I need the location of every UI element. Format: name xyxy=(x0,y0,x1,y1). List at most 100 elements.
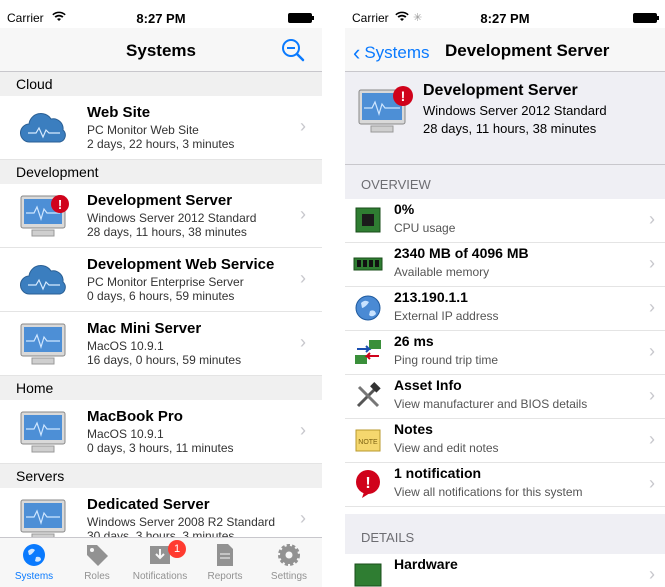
tab-settings[interactable]: Settings xyxy=(259,542,319,582)
systems-screen: Carrier 8:27 PM Systems Cloud Web Site PC … xyxy=(0,0,322,587)
tab-reports[interactable]: Reports xyxy=(195,542,255,582)
overview-row[interactable]: 213.190.1.1 External IP address › xyxy=(345,287,665,331)
monitor-icon xyxy=(18,322,70,366)
system-os: PC Monitor Web Site xyxy=(87,123,199,137)
system-summary: ! Development Server Windows Server 2012… xyxy=(345,72,665,165)
overview-value: 2340 MB of 4096 MB xyxy=(394,245,529,261)
overview-row[interactable]: 26 ms Ping round trip time › xyxy=(345,331,665,375)
overview-row[interactable]: NOTE Notes View and edit notes › xyxy=(345,419,665,463)
svg-text:!: ! xyxy=(365,475,370,492)
tab-label: Notifications xyxy=(132,571,188,582)
globe-icon xyxy=(21,542,47,568)
systems-list: Cloud Web Site PC Monitor Web Site 2 days, … xyxy=(0,72,322,552)
gear-icon xyxy=(276,542,302,568)
tab-label: Systems xyxy=(14,571,54,582)
zoom-out-button[interactable] xyxy=(280,37,306,63)
nav-bar: Systems xyxy=(0,28,322,72)
tab-label: Reports xyxy=(207,571,243,582)
chevron-right-icon: › xyxy=(300,508,306,528)
svg-text:!: ! xyxy=(401,88,406,104)
section-header: Home xyxy=(0,376,322,400)
page-title: Systems xyxy=(126,41,196,60)
system-row[interactable]: Development Web Service PC Monitor Enterp… xyxy=(0,248,322,312)
tab-systems[interactable]: Systems xyxy=(4,542,64,582)
status-time: 8:27 PM xyxy=(136,11,186,26)
system-os: Windows Server 2012 Standard xyxy=(423,103,607,118)
system-uptime: 2 days, 22 hours, 3 minutes xyxy=(87,137,235,151)
system-row[interactable]: MacBook Pro MacOS 10.9.1 0 days, 3 hours, … xyxy=(0,400,322,464)
back-label: Systems xyxy=(364,43,430,62)
overview-value: Asset Info xyxy=(394,377,462,393)
svg-text:!: ! xyxy=(58,197,62,212)
chevron-right-icon: › xyxy=(649,341,655,361)
system-uptime: 28 days, 11 hours, 38 minutes xyxy=(423,121,597,136)
system-detail-screen: Carrier ✳ 8:27 PM ‹ Systems Development S… xyxy=(345,0,665,587)
chevron-right-icon: › xyxy=(649,473,655,493)
globe-icon xyxy=(353,293,383,323)
system-name: Development Server xyxy=(87,192,233,209)
chevron-right-icon: › xyxy=(649,429,655,449)
system-name: Development Server xyxy=(423,82,578,99)
nav-bar: ‹ Systems Development Server xyxy=(345,28,665,72)
screen-divider xyxy=(322,0,345,587)
zoom-out-icon xyxy=(282,39,305,62)
document-icon xyxy=(212,542,238,568)
board-icon xyxy=(353,560,383,587)
cloud-icon xyxy=(18,258,70,302)
overview-row[interactable]: Asset Info View manufacturer and BIOS det… xyxy=(345,375,665,419)
overview-row[interactable]: 0% CPU usage › xyxy=(345,199,665,243)
overview-value: 1 notification xyxy=(394,465,482,481)
system-name: Mac Mini Server xyxy=(87,320,202,337)
overview-label: View manufacturer and BIOS details xyxy=(394,397,588,411)
tab-label: Settings xyxy=(270,571,308,582)
tools-icon xyxy=(353,381,383,411)
overview-value: 213.190.1.1 xyxy=(394,289,468,305)
details-header: DETAILS xyxy=(345,514,665,554)
chevron-right-icon: › xyxy=(300,116,306,136)
ping-arrows-icon xyxy=(353,337,383,367)
system-os: MacOS 10.9.1 xyxy=(87,427,164,441)
system-uptime: 16 days, 0 hours, 59 minutes xyxy=(87,353,242,367)
system-os: PC Monitor Enterprise Server xyxy=(87,275,244,289)
system-os: Windows Server 2012 Standard xyxy=(87,211,257,225)
system-row[interactable]: Mac Mini Server MacOS 10.9.1 16 days, 0 ho… xyxy=(0,312,322,376)
system-os: Windows Server 2008 R2 Standard xyxy=(87,515,276,529)
section-header: Cloud xyxy=(0,72,322,96)
status-bar: Carrier ✳ 8:27 PM xyxy=(345,0,665,26)
system-name: Web Site xyxy=(87,104,151,121)
tab-roles[interactable]: Roles xyxy=(67,542,127,582)
monitor-alert-icon: ! xyxy=(18,194,70,238)
note-icon: NOTE xyxy=(353,425,383,455)
tag-icon xyxy=(84,542,110,568)
back-button[interactable]: ‹ Systems xyxy=(353,40,430,66)
overview-label: CPU usage xyxy=(394,221,456,235)
chevron-right-icon: › xyxy=(649,209,655,229)
battery-icon xyxy=(288,13,314,23)
system-name: Dedicated Server xyxy=(87,496,210,513)
section-header: Development xyxy=(0,160,322,184)
overview-row[interactable]: ! 1 notification View all notifications fo… xyxy=(345,463,665,507)
chevron-right-icon: › xyxy=(300,420,306,440)
battery-icon xyxy=(633,13,659,23)
chevron-right-icon: › xyxy=(300,268,306,288)
chevron-left-icon: ‹ xyxy=(353,40,361,65)
system-name: MacBook Pro xyxy=(87,408,183,425)
overview-label: Available memory xyxy=(394,265,490,279)
details-row[interactable]: Hardware › xyxy=(345,554,665,587)
tab-bar: Systems Roles Notifications 1 Reports Setting… xyxy=(0,537,322,587)
tab-notifications[interactable]: Notifications 1 xyxy=(130,540,190,582)
tab-label: Roles xyxy=(84,571,110,582)
cloud-icon xyxy=(18,106,70,150)
overview-row[interactable]: 2340 MB of 4096 MB Available memory › xyxy=(345,243,665,287)
system-uptime: 0 days, 6 hours, 59 minutes xyxy=(87,289,235,303)
system-uptime: 28 days, 11 hours, 38 minutes xyxy=(87,225,247,239)
monitor-icon xyxy=(18,498,70,542)
chevron-right-icon: › xyxy=(649,564,655,584)
system-row[interactable]: ! Development Server Windows Server 2012 S… xyxy=(0,184,322,248)
svg-text:NOTE: NOTE xyxy=(358,439,378,446)
monitor-icon xyxy=(18,410,70,454)
system-row[interactable]: Web Site PC Monitor Web Site 2 days, 22 ho… xyxy=(0,96,322,160)
overview-label: Ping round trip time xyxy=(394,353,499,367)
chevron-right-icon: › xyxy=(649,385,655,405)
overview-header: OVERVIEW xyxy=(345,165,665,199)
